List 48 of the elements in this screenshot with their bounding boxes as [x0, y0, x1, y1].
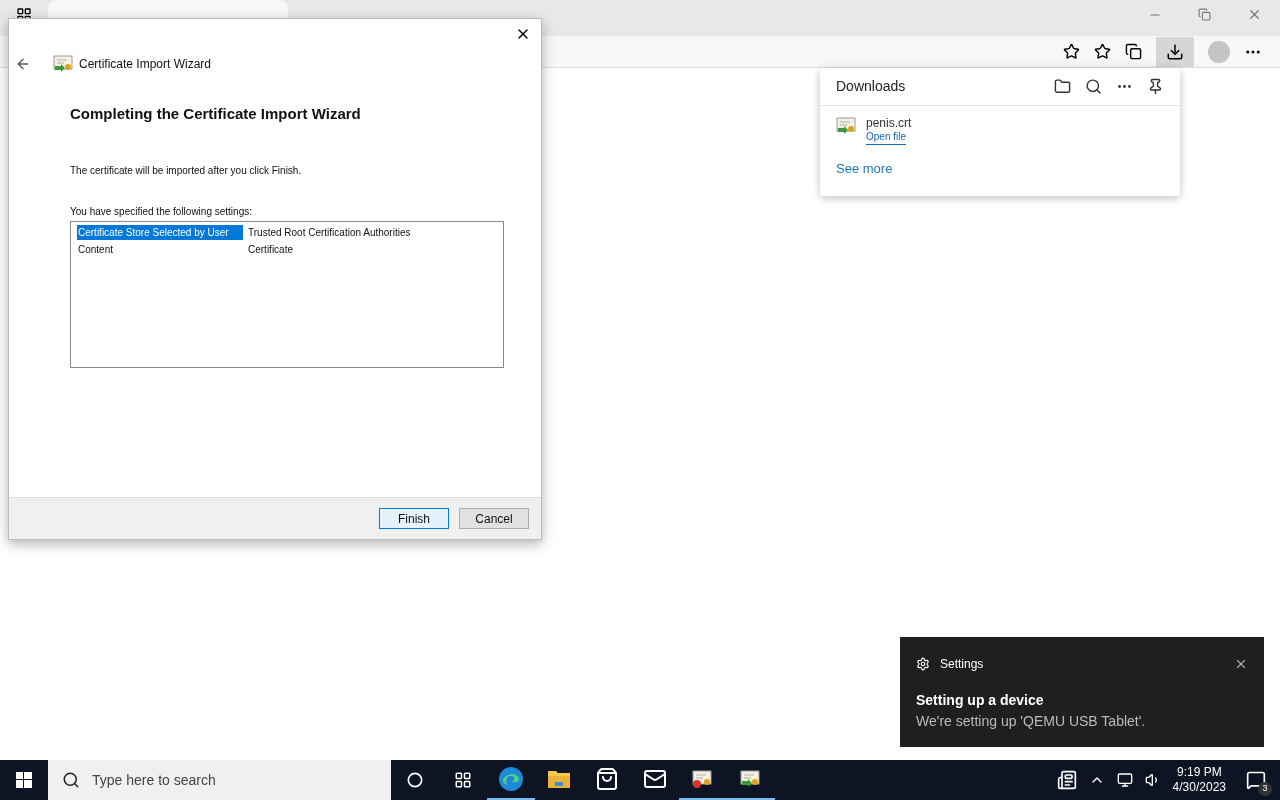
search-icon	[62, 771, 80, 789]
toast-body: We're setting up 'QEMU USB Tablet'.	[916, 712, 1147, 731]
certificate-import-icon	[53, 54, 75, 74]
downloads-button[interactable]	[1156, 36, 1194, 67]
toast-title: Setting up a device	[916, 691, 1045, 710]
setting-name[interactable]: Certificate Store Selected by User	[77, 224, 243, 240]
cortana-icon[interactable]	[407, 772, 423, 788]
dialog-button[interactable]: Cancel	[459, 508, 529, 529]
see-more-link[interactable]: See more	[820, 144, 909, 178]
notification-icon[interactable]	[1246, 770, 1266, 790]
setting-value: Trusted Root Certification Authorities	[248, 225, 411, 240]
search-icon[interactable]	[1085, 78, 1102, 95]
clock-date[interactable]: 4/30/2023	[1172, 780, 1226, 795]
favorites-icon[interactable]	[1094, 43, 1111, 60]
open-file-link[interactable]: Open file	[866, 131, 907, 145]
notification-count: 3	[1258, 782, 1272, 796]
add-favorite-icon[interactable]	[1063, 43, 1080, 60]
back-icon[interactable]	[15, 56, 31, 72]
settings-label: You have specified the following settings:	[70, 204, 253, 219]
folder-icon[interactable]	[1054, 78, 1071, 95]
settings-icon	[916, 657, 930, 671]
windows-logo	[16, 772, 32, 788]
certificate-import-icon	[740, 769, 762, 789]
restore-icon[interactable]	[1198, 8, 1211, 21]
task-view-icon[interactable]	[454, 771, 472, 789]
file-name: penis.crt	[866, 116, 912, 131]
close-icon[interactable]	[1234, 657, 1248, 671]
store-icon	[595, 767, 619, 791]
toast-app-name: Settings	[940, 656, 985, 673]
pin-icon[interactable]	[1147, 78, 1164, 95]
download-icon	[1166, 42, 1184, 61]
news-icon[interactable]	[1056, 770, 1077, 790]
browser-icon	[498, 766, 524, 792]
setting-value: Certificate	[248, 242, 293, 257]
panel-title: Downloads	[836, 77, 907, 96]
certificate-error-icon	[692, 769, 714, 789]
dialog-button[interactable]: Finish	[379, 508, 449, 529]
clock-time[interactable]: 9:19 PM	[1176, 765, 1222, 780]
certificate-icon	[836, 116, 858, 136]
folder-icon	[547, 768, 571, 790]
collections-icon[interactable]	[1125, 43, 1142, 60]
wizard-message: The certificate will be imported after you click Finish.	[70, 163, 303, 178]
setting-name[interactable]: Content	[77, 241, 243, 257]
network-icon[interactable]	[1116, 772, 1133, 788]
mail-icon	[643, 767, 667, 791]
dialog-title: Certificate Import Wizard	[79, 56, 212, 73]
wizard-heading: Completing the Certificate Import Wizard	[70, 104, 362, 124]
search-field[interactable]: Type here to search	[48, 760, 391, 800]
